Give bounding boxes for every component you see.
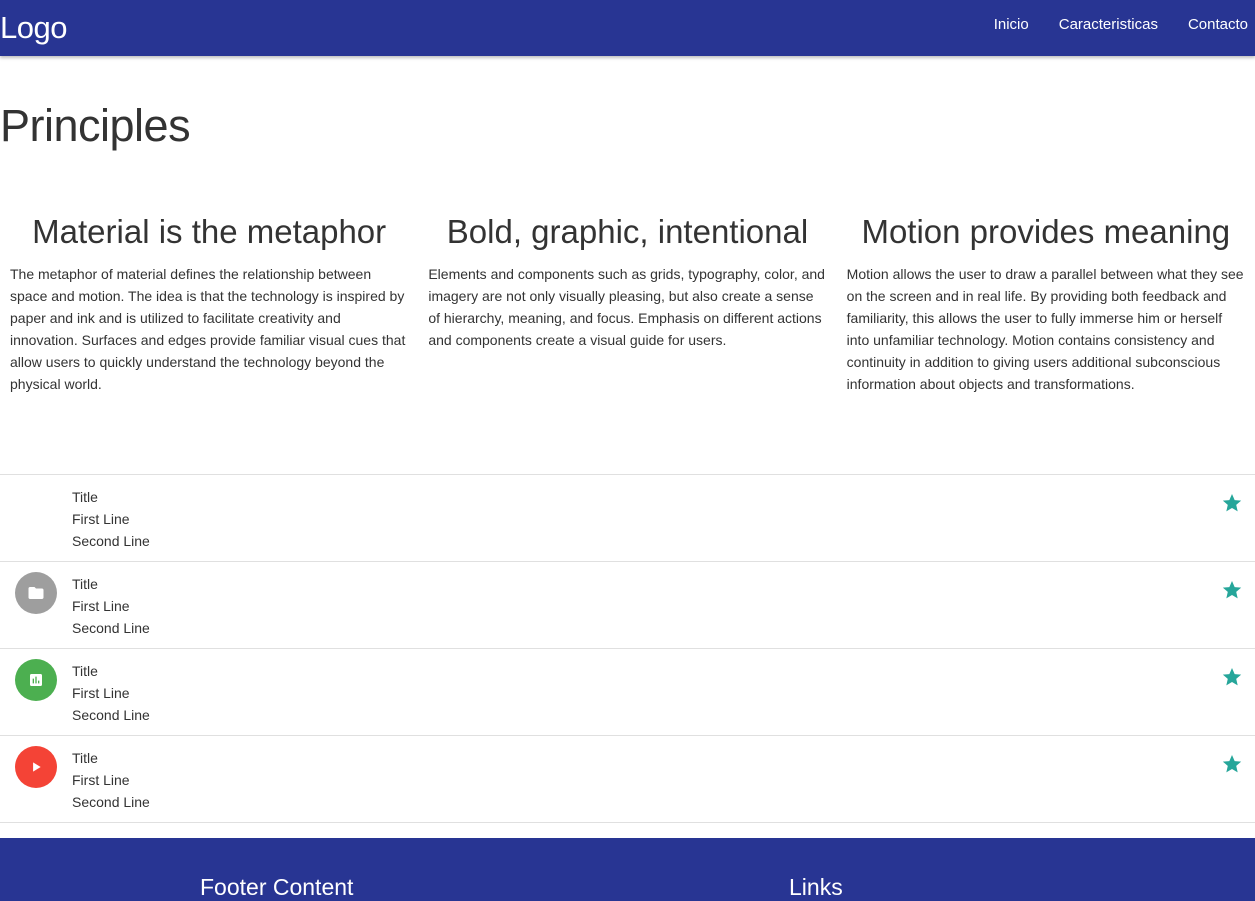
avatar xyxy=(15,572,57,614)
list-item-first-line: First Line xyxy=(72,685,130,701)
navbar: Logo Inicio Caracteristicas Contacto xyxy=(0,0,1255,56)
principles-section: Material is the metaphor The metaphor of… xyxy=(0,205,1255,395)
footer-links-title: Links xyxy=(789,874,843,900)
list-item[interactable]: Title First Line Second Line xyxy=(0,649,1255,736)
nav-link-caracteristicas[interactable]: Caracteristicas xyxy=(1044,0,1173,56)
avatar xyxy=(15,746,57,788)
list-item-first-line: First Line xyxy=(72,511,130,527)
play-icon xyxy=(33,762,41,772)
principle-column: Motion provides meaning Motion allows th… xyxy=(837,205,1255,395)
list-item[interactable]: Title First Line Second Line xyxy=(0,475,1255,562)
list-item-title: Title xyxy=(72,663,98,679)
list-item-second-line: Second Line xyxy=(72,620,150,636)
footer-content-title: Footer Content xyxy=(200,874,354,900)
principle-text: Motion allows the user to draw a paralle… xyxy=(846,266,1244,392)
nav-link-inicio[interactable]: Inicio xyxy=(979,0,1044,56)
chart-icon xyxy=(30,674,42,686)
list-item-title: Title xyxy=(72,489,98,505)
list-item-second-line: Second Line xyxy=(72,794,150,810)
principle-text: The metaphor of material defines the rel… xyxy=(10,266,406,392)
nav-link-contacto[interactable]: Contacto xyxy=(1173,0,1255,56)
star-icon[interactable] xyxy=(1221,666,1243,688)
page-title: Principles xyxy=(0,100,191,151)
list-item-title: Title xyxy=(72,750,98,766)
nav-links: Inicio Caracteristicas Contacto xyxy=(979,0,1255,56)
collection-list: Title First Line Second Line Title First… xyxy=(0,474,1255,823)
brand-logo[interactable]: Logo xyxy=(0,0,67,56)
list-item[interactable]: Title First Line Second Line xyxy=(0,562,1255,649)
star-icon[interactable] xyxy=(1221,492,1243,514)
principle-heading: Material is the metaphor xyxy=(32,213,387,250)
principle-text: Elements and components such as grids, t… xyxy=(428,266,825,348)
principle-heading: Motion provides meaning xyxy=(861,213,1231,250)
list-item-second-line: Second Line xyxy=(72,707,150,723)
principle-column: Bold, graphic, intentional Elements and … xyxy=(418,205,836,395)
list-item-first-line: First Line xyxy=(72,598,130,614)
list-item-title: Title xyxy=(72,576,98,592)
star-icon[interactable] xyxy=(1221,579,1243,601)
folder-icon xyxy=(28,587,44,599)
list-item[interactable]: Title First Line Second Line xyxy=(0,736,1255,823)
page-footer: Footer Content Links xyxy=(0,838,1255,901)
avatar xyxy=(15,659,57,701)
list-item-second-line: Second Line xyxy=(72,533,150,549)
star-icon[interactable] xyxy=(1221,753,1243,775)
principle-column: Material is the metaphor The metaphor of… xyxy=(0,205,418,395)
list-item-first-line: First Line xyxy=(72,772,130,788)
principle-heading: Bold, graphic, intentional xyxy=(446,213,809,250)
